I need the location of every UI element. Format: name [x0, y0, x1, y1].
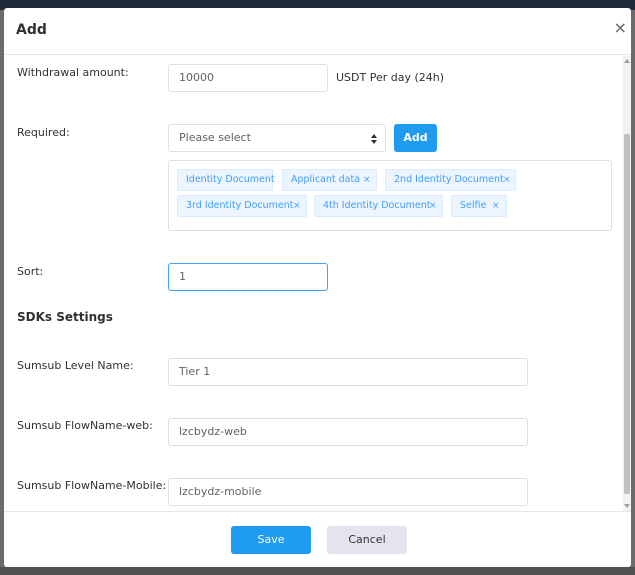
tag-2nd-identity-document: 2nd Identity Document × [385, 169, 516, 191]
tag-4th-identity-document: 4th Identity Document × [314, 195, 443, 217]
tag-applicant-data: Applicant data × [282, 169, 377, 191]
withdrawal-amount-input[interactable]: 10000 [168, 64, 328, 92]
flow-mobile-label: Sumsub FlowName-Mobile: [17, 479, 167, 492]
level-name-label: Sumsub Level Name: [17, 359, 134, 372]
tag-close-icon[interactable]: × [492, 196, 500, 216]
dialog-footer: Save Cancel [4, 511, 631, 567]
add-dialog: Add × Withdrawal amount: 10000 USDT Per … [4, 8, 631, 567]
background-footer [0, 567, 635, 575]
tag-label: 4th Identity Document [323, 200, 431, 211]
scroll-down-icon[interactable] [624, 504, 630, 508]
dialog-title: Add [16, 22, 47, 38]
dialog-scrollbar[interactable] [623, 56, 631, 511]
required-tags-box: Identity Document Applicant data × 2nd I… [168, 160, 612, 231]
cancel-button[interactable]: Cancel [327, 526, 407, 554]
tag-selfie: Selfie × [451, 195, 507, 217]
sdk-settings-title: SDKs Settings [17, 310, 113, 324]
flow-web-input[interactable]: lzcbydz-web [168, 418, 528, 446]
required-select[interactable]: Please select [168, 124, 386, 152]
select-caret-icon [371, 134, 377, 144]
scroll-up-icon[interactable] [624, 59, 630, 63]
tag-close-icon[interactable]: × [363, 170, 371, 190]
dialog-header: Add × [4, 8, 631, 55]
required-select-placeholder: Please select [179, 131, 251, 144]
add-required-button[interactable]: Add [394, 124, 437, 152]
withdrawal-amount-label: Withdrawal amount: [17, 66, 129, 79]
tag-identity-document: Identity Document [177, 169, 275, 191]
tag-3rd-identity-document: 3rd Identity Document × [177, 195, 307, 217]
tag-label: 2nd Identity Document [394, 174, 504, 185]
tag-label: Applicant data [291, 174, 361, 185]
sort-label: Sort: [17, 265, 44, 278]
tag-label: 3rd Identity Document [186, 200, 294, 211]
close-icon[interactable]: × [614, 20, 627, 36]
dialog-body: Withdrawal amount: 10000 USDT Per day (2… [4, 56, 631, 511]
required-label: Required: [17, 126, 70, 139]
tag-label: Selfie [460, 200, 487, 211]
level-name-input[interactable]: Tier 1 [168, 358, 528, 386]
tag-close-icon[interactable]: × [503, 170, 511, 190]
sort-input[interactable]: 1 [168, 263, 328, 291]
tag-close-icon[interactable]: × [429, 196, 437, 216]
flow-web-label: Sumsub FlowName-web: [17, 419, 153, 432]
scrollbar-thumb[interactable] [624, 134, 630, 494]
save-button[interactable]: Save [231, 526, 311, 554]
tag-label: Identity Document [186, 174, 275, 185]
tag-close-icon[interactable]: × [293, 196, 301, 216]
withdrawal-amount-unit: USDT Per day (24h) [336, 71, 445, 84]
flow-mobile-input[interactable]: lzcbydz-mobile [168, 478, 528, 506]
